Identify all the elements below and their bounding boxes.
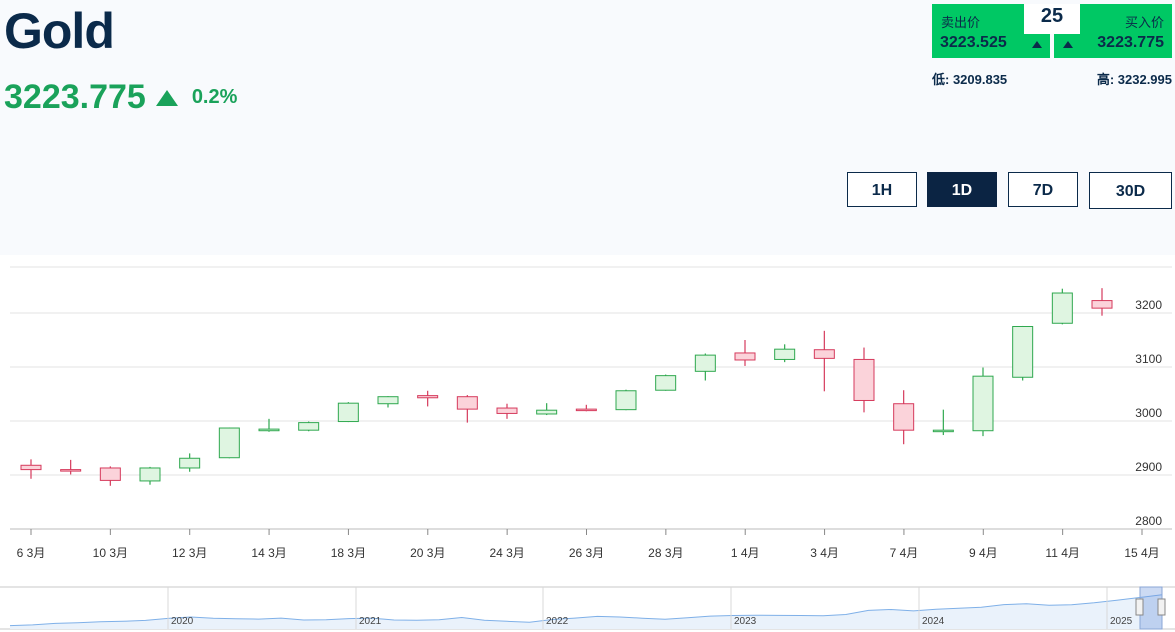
up-arrow-icon (1063, 41, 1073, 48)
x-tick-label: 7 4月 (890, 546, 919, 560)
up-arrow-icon (1032, 41, 1042, 48)
sell-value: 3223.525 (940, 34, 1007, 51)
candle-body (258, 428, 280, 432)
candle-body (615, 390, 637, 411)
range-navigator[interactable]: 2020 2021 2022 2023 2024 2025 (0, 585, 1175, 632)
candle-body (853, 358, 875, 401)
spread-value: 25 (1024, 4, 1080, 34)
chart-area: 2800 2900 3000 3100 3200 6 3月 10 3月 12 3月 14 3月 1… (0, 255, 1175, 632)
high-price: 高: 3232.995 (1096, 72, 1172, 87)
candle-body (932, 429, 954, 433)
period-1d-button[interactable]: 1D (927, 172, 997, 207)
candle-body (972, 375, 994, 432)
sell-label: 卖出价 (941, 15, 981, 30)
x-tick-label: 20 3月 (410, 546, 445, 560)
candle-body (1091, 300, 1113, 309)
price-change: 0.2% (191, 86, 238, 108)
x-tick-label: 12 3月 (172, 546, 207, 560)
navigator-year-label: 2024 (922, 616, 945, 627)
period-7d-button[interactable]: 7D (1008, 172, 1078, 207)
candle-body (456, 396, 478, 410)
y-tick-label: 3100 (1135, 352, 1162, 366)
candle-body (417, 395, 439, 399)
navigator-year-label: 2020 (171, 616, 194, 627)
x-tick-label: 3 4月 (810, 546, 839, 560)
candle-body (655, 375, 677, 391)
candle-body (774, 348, 796, 360)
navigator-year-label: 2022 (546, 616, 569, 627)
candle-body (298, 422, 320, 431)
up-arrow-icon (155, 89, 178, 106)
current-price: 3223.775 (4, 78, 146, 116)
x-tick-label: 10 3月 (93, 546, 128, 560)
candle-body (218, 427, 240, 459)
candle-body (893, 403, 915, 431)
low-price: 低: 3209.835 (932, 72, 1008, 87)
candle-body (337, 402, 359, 423)
candle-body (99, 467, 121, 481)
buy-value: 3223.775 (1097, 34, 1164, 51)
x-tick-label: 1 4月 (731, 546, 760, 560)
candle-body (813, 349, 835, 359)
x-tick-label: 14 3月 (251, 546, 286, 560)
period-1h-button[interactable]: 1H (847, 172, 917, 207)
candle-body (377, 396, 399, 405)
x-tick-label: 11 4月 (1045, 546, 1079, 560)
candle-body (575, 408, 597, 412)
x-tick-label: 9 4月 (969, 546, 998, 560)
candle-body (694, 354, 716, 372)
x-tick-label: 26 3月 (569, 546, 604, 560)
candle-body (60, 469, 82, 472)
y-tick-label: 3200 (1135, 298, 1162, 312)
candle-body (536, 409, 558, 415)
period-30d-button[interactable]: 30D (1089, 172, 1172, 209)
price-row: 3223.775 0.2% (4, 78, 237, 117)
page-title: Gold (4, 3, 115, 59)
x-tick-label: 15 4月 (1124, 546, 1159, 560)
candlestick-chart[interactable]: 2800 2900 3000 3100 3200 6 3月 10 3月 12 3月 14 3月 1… (0, 255, 1175, 575)
y-tick-label: 2800 (1135, 514, 1162, 528)
candle-body (20, 464, 42, 471)
navigator-handle-left (1135, 598, 1144, 616)
x-tick-label: 28 3月 (648, 546, 683, 560)
navigator-year-label: 2025 (1110, 616, 1133, 627)
candle-body (1051, 292, 1073, 324)
quote-panel: 卖出价 3223.525 买入价 3223.775 25 (932, 4, 1172, 58)
candle-body (1012, 326, 1034, 378)
navigator-year-label: 2021 (359, 616, 382, 627)
y-tick-label: 3000 (1135, 406, 1162, 420)
candle-body (139, 467, 161, 482)
candle-body (179, 457, 201, 469)
x-tick-label: 18 3月 (331, 546, 366, 560)
navigator-handle-right (1157, 598, 1166, 616)
candle-body (734, 352, 756, 361)
x-tick-label: 6 3月 (17, 546, 46, 560)
candle-body (496, 407, 518, 414)
y-tick-label: 2900 (1135, 460, 1162, 474)
x-tick-label: 24 3月 (489, 546, 524, 560)
buy-label: 买入价 (1124, 15, 1164, 30)
navigator-year-label: 2023 (734, 616, 757, 627)
